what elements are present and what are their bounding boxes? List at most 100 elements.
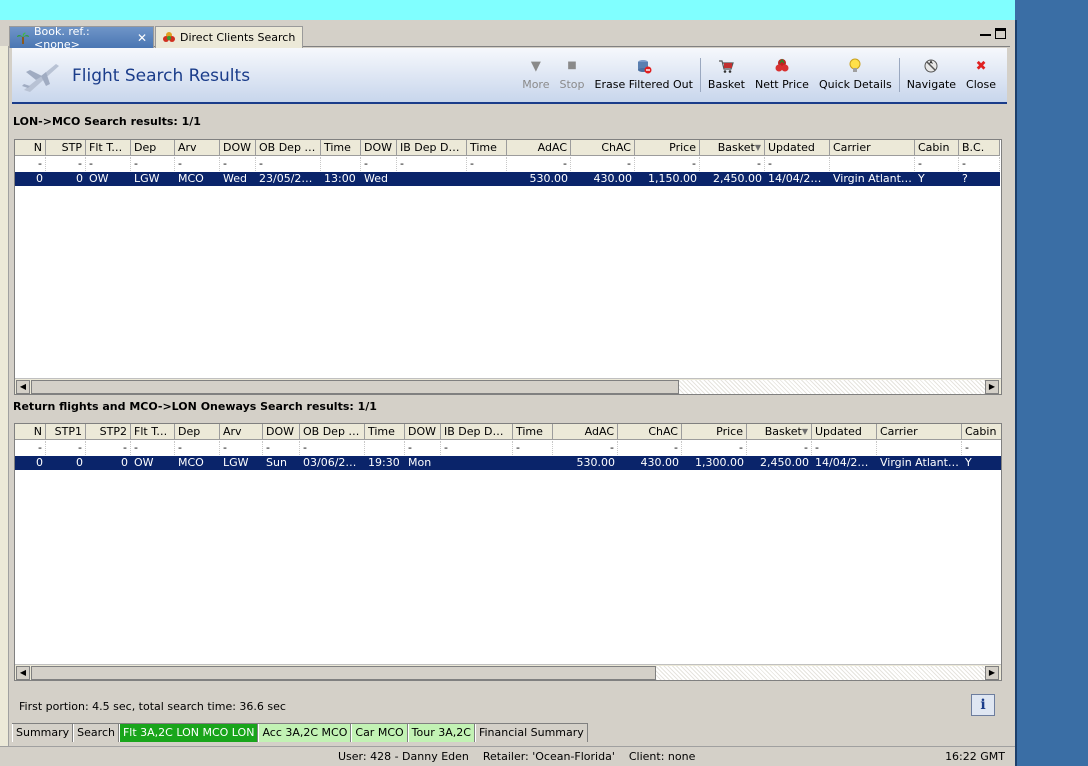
nett-price-button[interactable]: Nett Price bbox=[750, 58, 814, 98]
column-header-ob-dep-d[interactable]: OB Dep D... bbox=[256, 140, 321, 156]
bottom-tab-search[interactable]: Search bbox=[73, 724, 119, 742]
filter-cell[interactable]: - bbox=[131, 441, 175, 455]
column-header-time[interactable]: Time bbox=[467, 140, 507, 156]
outbound-horizontal-scrollbar[interactable]: ◀ ▶ bbox=[15, 378, 1001, 394]
close-button[interactable]: ✖ Close bbox=[961, 58, 1001, 98]
column-header-price[interactable]: Price bbox=[682, 424, 747, 440]
column-header-b-c[interactable]: B.C. bbox=[959, 140, 1000, 156]
scroll-right-arrow-icon[interactable]: ▶ bbox=[985, 380, 999, 394]
column-header-basket[interactable]: Basket ▼ bbox=[747, 424, 812, 440]
column-header-basket[interactable]: Basket ▼ bbox=[700, 140, 765, 156]
column-header-chac[interactable]: ChAC bbox=[618, 424, 682, 440]
filter-cell[interactable]: - bbox=[46, 157, 86, 171]
close-tab-icon[interactable]: ✕ bbox=[137, 31, 147, 45]
filter-cell[interactable]: - bbox=[15, 441, 46, 455]
filter-cell[interactable]: - bbox=[441, 441, 513, 455]
column-header-dow[interactable]: DOW bbox=[361, 140, 397, 156]
column-header-stp[interactable]: STP bbox=[46, 140, 86, 156]
bottom-tab-tour-3a-2c[interactable]: Tour 3A,2C bbox=[407, 724, 475, 742]
navigate-button[interactable]: Navigate bbox=[902, 58, 961, 98]
filter-cell[interactable]: - bbox=[553, 441, 618, 455]
column-header-dow[interactable]: DOW bbox=[405, 424, 441, 440]
filter-cell[interactable] bbox=[365, 441, 405, 455]
stop-button[interactable]: ■ Stop bbox=[554, 58, 589, 98]
column-header-carrier[interactable]: Carrier bbox=[877, 424, 962, 440]
column-header-adac[interactable]: AdAC bbox=[553, 424, 618, 440]
column-header-ib-dep-date[interactable]: IB Dep Date bbox=[397, 140, 467, 156]
filter-cell[interactable]: - bbox=[507, 157, 571, 171]
more-button[interactable]: ▼ More bbox=[517, 58, 554, 98]
column-header-arv[interactable]: Arv bbox=[220, 424, 263, 440]
filter-cell[interactable]: - bbox=[812, 441, 877, 455]
column-header-time[interactable]: Time bbox=[321, 140, 361, 156]
filter-cell[interactable]: - bbox=[263, 441, 300, 455]
column-header-dep[interactable]: Dep bbox=[175, 424, 220, 440]
column-header-stp1[interactable]: STP1 bbox=[46, 424, 86, 440]
filter-cell[interactable]: - bbox=[131, 157, 175, 171]
basket-button[interactable]: Basket bbox=[703, 58, 750, 98]
filter-cell[interactable]: - bbox=[175, 157, 220, 171]
filter-cell[interactable]: - bbox=[513, 441, 553, 455]
column-header-dow[interactable]: DOW bbox=[220, 140, 256, 156]
filter-cell[interactable]: - bbox=[300, 441, 365, 455]
column-header-carrier[interactable]: Carrier bbox=[830, 140, 915, 156]
maximize-icon[interactable] bbox=[995, 28, 1006, 39]
tab-booking-ref[interactable]: Book. ref.: <none> ✕ bbox=[9, 25, 154, 51]
filter-cell[interactable]: - bbox=[571, 157, 635, 171]
column-header-dep[interactable]: Dep bbox=[131, 140, 175, 156]
column-header-stp2[interactable]: STP2 bbox=[86, 424, 131, 440]
bottom-tab-financial-summary[interactable]: Financial Summary bbox=[474, 724, 588, 742]
filter-cell[interactable] bbox=[321, 157, 361, 171]
column-header-adac[interactable]: AdAC bbox=[507, 140, 571, 156]
quick-details-button[interactable]: Quick Details bbox=[814, 58, 897, 98]
filter-cell[interactable]: - bbox=[220, 157, 256, 171]
filter-cell[interactable]: - bbox=[397, 157, 467, 171]
inbound-horizontal-scrollbar[interactable]: ◀ ▶ bbox=[15, 664, 1001, 680]
filter-cell[interactable]: - bbox=[765, 157, 830, 171]
inbound-table-row[interactable]: 0 0 0 OW MCO LGW Sun 03/06/2018 19:30 Mon 530.00 43… bbox=[15, 456, 1001, 470]
tab-direct-clients-search[interactable]: Direct Clients Search bbox=[155, 26, 303, 48]
filter-cell[interactable]: - bbox=[86, 441, 131, 455]
filter-cell[interactable]: - bbox=[618, 441, 682, 455]
column-header-cabin[interactable]: Cabin bbox=[962, 424, 1001, 440]
filter-cell[interactable] bbox=[877, 441, 962, 455]
column-header-flt-type[interactable]: Flt Type bbox=[131, 424, 175, 440]
column-header-time[interactable]: Time bbox=[513, 424, 553, 440]
bottom-tab-car-mco[interactable]: Car MCO bbox=[351, 724, 408, 742]
bottom-tab-summary[interactable]: Summary bbox=[12, 724, 74, 742]
filter-cell[interactable]: - bbox=[405, 441, 441, 455]
bottom-tab-acc-3a-2c-mco[interactable]: Acc 3A,2C MCO bbox=[258, 724, 352, 742]
column-header-updated[interactable]: Updated bbox=[812, 424, 877, 440]
filter-cell[interactable]: - bbox=[256, 157, 321, 171]
scroll-thumb[interactable] bbox=[31, 380, 679, 394]
column-header-chac[interactable]: ChAC bbox=[571, 140, 635, 156]
filter-cell[interactable]: - bbox=[86, 157, 131, 171]
filter-cell[interactable] bbox=[830, 157, 915, 171]
filter-cell[interactable]: - bbox=[220, 441, 263, 455]
filter-cell[interactable]: - bbox=[682, 441, 747, 455]
column-header-ib-dep-date[interactable]: IB Dep Date bbox=[441, 424, 513, 440]
column-header-arv[interactable]: Arv bbox=[175, 140, 220, 156]
scroll-right-arrow-icon[interactable]: ▶ bbox=[985, 666, 999, 680]
scroll-track[interactable] bbox=[679, 380, 985, 394]
column-header-dow[interactable]: DOW bbox=[263, 424, 300, 440]
column-header-n[interactable]: N bbox=[15, 424, 46, 440]
filter-cell[interactable]: - bbox=[635, 157, 700, 171]
column-header-cabin[interactable]: Cabin bbox=[915, 140, 959, 156]
filter-cell[interactable]: - bbox=[46, 441, 86, 455]
filter-cell[interactable]: - bbox=[747, 441, 812, 455]
filter-cell[interactable]: - bbox=[15, 157, 46, 171]
column-header-updated[interactable]: Updated bbox=[765, 140, 830, 156]
filter-cell[interactable]: - bbox=[175, 441, 220, 455]
erase-filtered-out-button[interactable]: Erase Filtered Out bbox=[590, 58, 698, 98]
scroll-track[interactable] bbox=[656, 666, 985, 680]
bottom-tab-flt-3a-2c-lon-mco-lon[interactable]: Flt 3A,2C LON MCO LON bbox=[118, 724, 259, 742]
minimize-icon[interactable] bbox=[980, 30, 991, 36]
filter-cell[interactable]: - bbox=[962, 441, 1001, 455]
info-button[interactable]: i bbox=[971, 694, 995, 716]
column-header-n[interactable]: N bbox=[15, 140, 46, 156]
column-header-ob-dep-d[interactable]: OB Dep D... bbox=[300, 424, 365, 440]
filter-cell[interactable]: - bbox=[915, 157, 959, 171]
filter-cell[interactable]: - bbox=[700, 157, 765, 171]
scroll-thumb[interactable] bbox=[31, 666, 656, 680]
